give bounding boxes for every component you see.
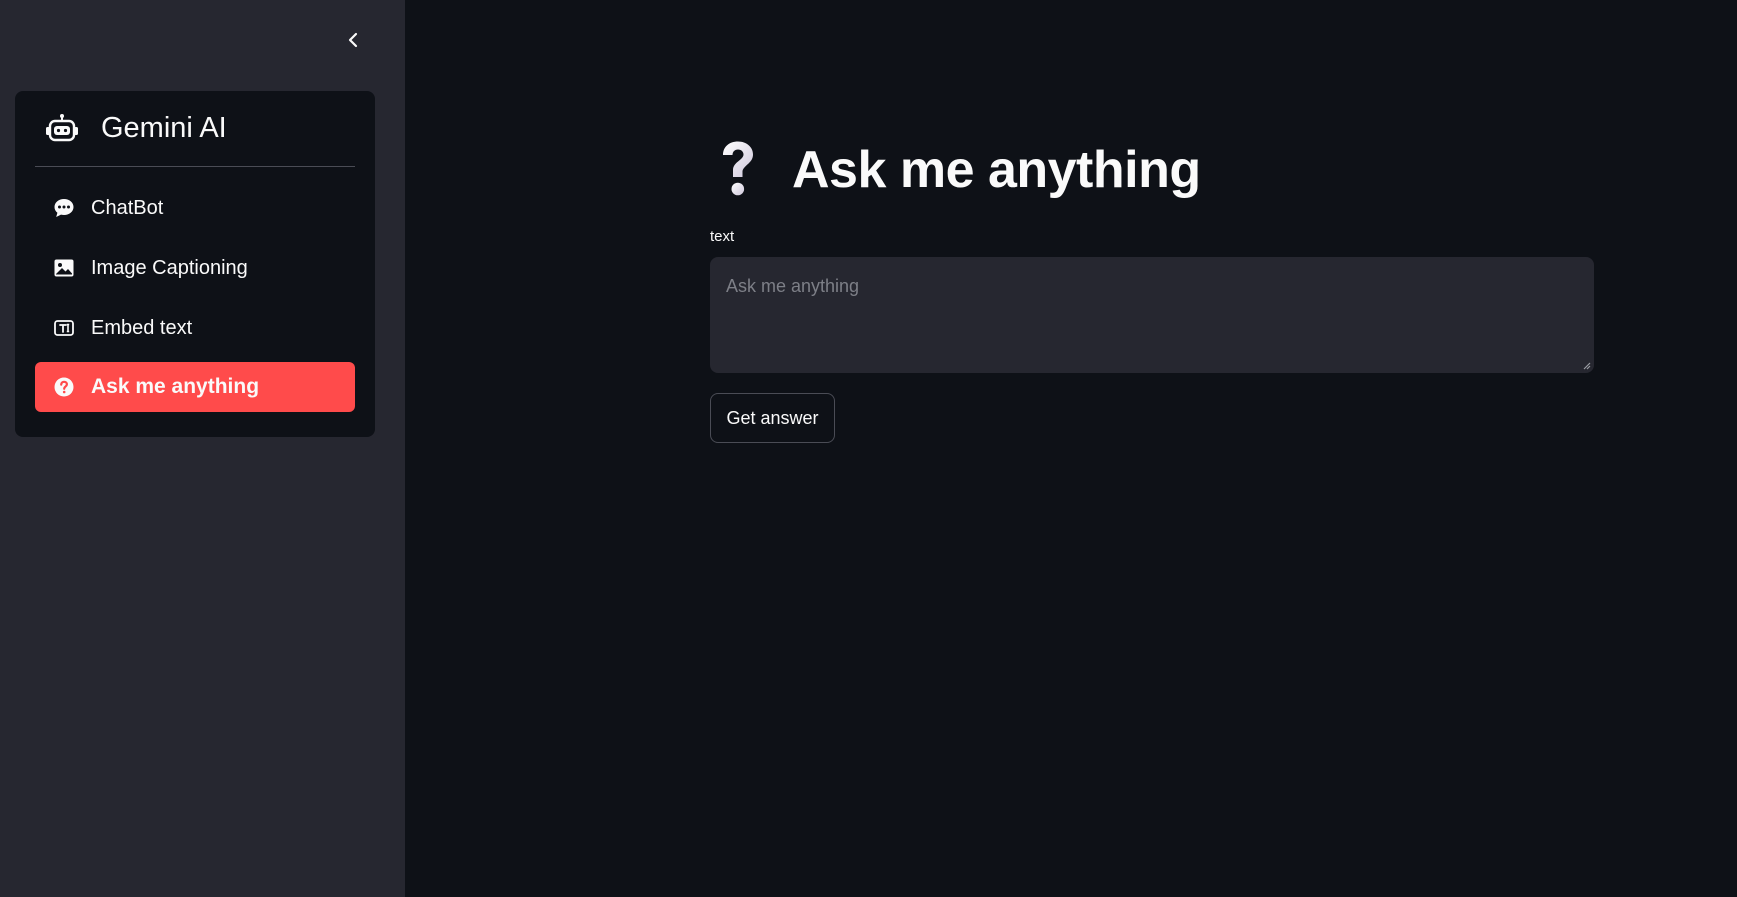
sidebar-item-embed-text[interactable]: Embed text — [35, 303, 355, 353]
collapse-sidebar-button[interactable] — [339, 26, 367, 54]
sidebar-item-image-captioning[interactable]: Image Captioning — [35, 243, 355, 293]
chat-bubble-icon — [53, 197, 75, 219]
get-answer-button[interactable]: Get answer — [710, 393, 835, 443]
question-textarea-container — [710, 257, 1594, 373]
question-circle-icon — [53, 376, 75, 398]
sidebar-item-label: ChatBot — [91, 196, 164, 219]
sidebar-item-label: Image Captioning — [91, 256, 248, 279]
sidebar: Gemini AI ChatBot Image Captioning Embed… — [0, 0, 405, 897]
page-heading: Ask me anything — [792, 141, 1201, 199]
sidebar-item-label: Ask me anything — [91, 375, 260, 398]
main-content: Ask me anything text Get answer — [405, 0, 1737, 897]
brand-title: Gemini AI — [101, 112, 227, 144]
sidebar-item-chatbot[interactable]: ChatBot — [35, 183, 355, 233]
question-textarea[interactable] — [710, 257, 1594, 373]
nav-menu: Gemini AI ChatBot Image Captioning Embed… — [15, 91, 375, 437]
nav-menu-header: Gemini AI — [35, 91, 355, 167]
page-title: Ask me anything — [710, 130, 1201, 210]
question-mark-icon — [710, 138, 766, 202]
text-embed-icon — [53, 317, 75, 339]
chevron-left-icon — [348, 32, 358, 48]
sidebar-item-label: Embed text — [91, 316, 193, 339]
sidebar-item-ask-me-anything[interactable]: Ask me anything — [35, 362, 355, 412]
image-icon — [53, 257, 75, 279]
resize-handle-icon[interactable] — [1581, 360, 1591, 370]
robot-icon — [45, 112, 79, 146]
text-field-label: text — [710, 228, 735, 245]
